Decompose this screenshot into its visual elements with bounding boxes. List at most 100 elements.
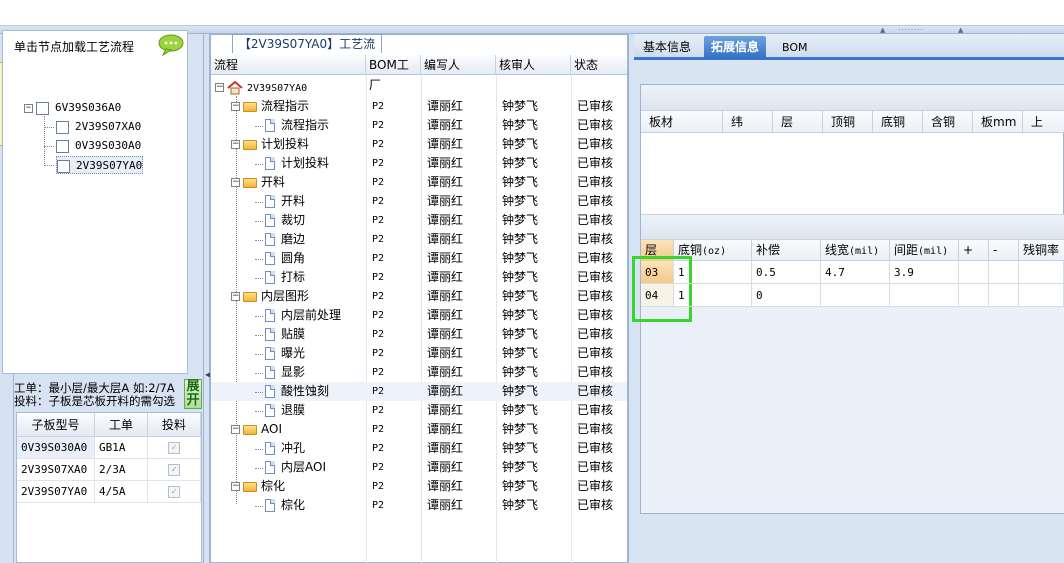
board-header-cell[interactable]: 顶铜 (823, 111, 873, 133)
flow-row[interactable]: − 开料 P2 谭丽红 钟梦飞 已审核 (211, 173, 627, 192)
layer-header-cell[interactable]: 残铜率 (1019, 240, 1064, 261)
flow-node[interactable]: − 棕化 (231, 477, 285, 496)
sub-board-cell[interactable]: ✓ (148, 437, 201, 459)
flow-root-row[interactable]: − 2V39S07YA0 (211, 78, 627, 97)
sub-board-cell[interactable]: 2V39S07XA0 (17, 459, 95, 481)
flow-row[interactable]: − 棕化 P2 谭丽红 钟梦飞 已审核 (211, 477, 627, 496)
flow-row[interactable]: 流程指示 P2 谭丽红 钟梦飞 已审核 (211, 116, 627, 135)
collapse-icon[interactable]: − (231, 102, 240, 111)
flow-node[interactable]: − 流程指示 (231, 97, 309, 116)
flow-row[interactable]: 磨边 P2 谭丽红 钟梦飞 已审核 (211, 230, 627, 249)
flow-node[interactable]: 圆角 (265, 249, 305, 268)
sub-board-header[interactable]: 投料 (148, 413, 201, 437)
flow-node[interactable]: 裁切 (265, 211, 305, 230)
layer-cell[interactable] (959, 284, 989, 307)
board-tree-node[interactable]: 0V39S030A0 (56, 137, 141, 155)
feed-checkbox[interactable]: ✓ (168, 464, 180, 476)
layer-row[interactable]: 03 1 0.5 4.7 3.9 (641, 261, 1064, 284)
flow-node[interactable]: 磨边 (265, 230, 305, 249)
layer-cell[interactable] (989, 284, 1019, 307)
layer-cell[interactable] (890, 284, 959, 307)
flow-row[interactable]: 酸性蚀刻 P2 谭丽红 钟梦飞 已审核 (211, 382, 627, 401)
board-header-cell[interactable]: 底铜 (873, 111, 923, 133)
layer-cell[interactable]: 3.9 (890, 261, 959, 284)
flow-node[interactable]: 开料 (265, 192, 305, 211)
sub-board-cell[interactable]: 2V39S07YA0 (17, 481, 95, 503)
layer-cell[interactable]: 1 (674, 284, 752, 307)
board-header-cell[interactable]: 层 (773, 111, 823, 133)
layer-row[interactable]: 04 1 0 (641, 284, 1064, 307)
layer-cell[interactable]: 0 (752, 284, 821, 307)
flow-row[interactable]: 计划投料 P2 谭丽红 钟梦飞 已审核 (211, 154, 627, 173)
flow-row[interactable]: − 内层图形 P2 谭丽红 钟梦飞 已审核 (211, 287, 627, 306)
layer-header-cell[interactable]: + (959, 240, 989, 261)
sub-board-cell[interactable]: 4/5A (95, 481, 148, 503)
tab-bom[interactable]: BOM (775, 36, 815, 59)
flow-node[interactable]: 酸性蚀刻 (265, 382, 329, 401)
sub-board-cell[interactable]: ✓ (148, 459, 201, 481)
header-status[interactable]: 状态 (571, 55, 627, 75)
flow-node[interactable]: − 内层图形 (231, 287, 309, 306)
flow-row[interactable]: − 流程指示 P2 谭丽红 钟梦飞 已审核 (211, 97, 627, 116)
layer-cell[interactable]: 1 (674, 261, 752, 284)
board-header-cell[interactable]: 板mm (973, 111, 1023, 133)
sub-board-cell[interactable]: 2/3A (95, 459, 148, 481)
layer-header-cell[interactable]: 线宽(mil) (821, 240, 890, 261)
board-tree-node[interactable]: − 6V39S036A0 (24, 99, 121, 117)
layer-cell[interactable] (821, 284, 890, 307)
flow-node[interactable]: − 计划投料 (231, 135, 309, 154)
layer-cell[interactable] (1019, 284, 1064, 307)
sub-board-cell[interactable]: GB1A (95, 437, 148, 459)
flow-row[interactable]: 内层前处理 P2 谭丽红 钟梦飞 已审核 (211, 306, 627, 325)
flow-row[interactable]: 打标 P2 谭丽红 钟梦飞 已审核 (211, 268, 627, 287)
layer-cell[interactable] (989, 261, 1019, 284)
checkbox-icon[interactable] (56, 120, 69, 134)
collapse-icon[interactable]: − (215, 83, 224, 92)
layer-header-cell[interactable]: 补偿 (752, 240, 821, 261)
feed-checkbox[interactable]: ✓ (168, 486, 180, 498)
header-bom[interactable]: BOM工厂 (366, 55, 421, 92)
tab-extended-info[interactable]: 拓展信息 (704, 36, 767, 59)
checkbox-icon[interactable] (56, 139, 69, 153)
flow-node[interactable]: − AOI (231, 420, 282, 439)
flow-row[interactable]: 显影 P2 谭丽红 钟梦飞 已审核 (211, 363, 627, 382)
flow-node[interactable]: 内层前处理 (265, 306, 341, 325)
header-reviewer[interactable]: 核审人 (496, 55, 571, 75)
board-tree-node[interactable]: 2V39S07YA0 (56, 156, 144, 174)
flow-row[interactable]: 圆角 P2 谭丽红 钟梦飞 已审核 (211, 249, 627, 268)
layer-cell[interactable]: 03 (641, 261, 674, 284)
sub-board-header[interactable]: 工单 (95, 413, 148, 437)
flow-node[interactable]: 曝光 (265, 344, 305, 363)
flow-row[interactable]: 退膜 P2 谭丽红 钟梦飞 已审核 (211, 401, 627, 420)
flow-row[interactable]: 冲孔 P2 谭丽红 钟梦飞 已审核 (211, 439, 627, 458)
board-header-cell[interactable]: 纬 (723, 111, 773, 133)
expand-button[interactable]: 展开 (184, 379, 202, 409)
collapse-icon[interactable]: − (231, 292, 240, 301)
flow-row[interactable]: − AOI P2 谭丽红 钟梦飞 已审核 (211, 420, 627, 439)
board-header-cell[interactable]: 含铜 (923, 111, 973, 133)
layer-cell[interactable] (1019, 261, 1064, 284)
layer-cell[interactable]: 04 (641, 284, 674, 307)
chat-bubble-icon[interactable] (158, 34, 184, 56)
board-tree-node[interactable]: 2V39S07XA0 (56, 118, 141, 136)
flow-row[interactable]: 开料 P2 谭丽红 钟梦飞 已审核 (211, 192, 627, 211)
collapse-icon[interactable]: − (24, 103, 33, 113)
collapse-icon[interactable]: − (231, 482, 240, 491)
flow-row[interactable]: 棕化 P2 谭丽红 钟梦飞 已审核 (211, 496, 627, 515)
collapse-icon[interactable]: − (231, 178, 240, 187)
board-header-cell[interactable]: 上 (1023, 111, 1064, 133)
flow-row[interactable]: 曝光 P2 谭丽红 钟梦飞 已审核 (211, 344, 627, 363)
flow-node[interactable]: 贴膜 (265, 325, 305, 344)
layer-cell[interactable]: 4.7 (821, 261, 890, 284)
flow-row[interactable]: − 计划投料 P2 谭丽红 钟梦飞 已审核 (211, 135, 627, 154)
header-flow[interactable]: 流程 (211, 55, 366, 75)
flow-row[interactable]: 裁切 P2 谭丽红 钟梦飞 已审核 (211, 211, 627, 230)
flow-row[interactable]: 贴膜 P2 谭丽红 钟梦飞 已审核 (211, 325, 627, 344)
layer-header-cell[interactable]: 间距(mil) (890, 240, 959, 261)
flow-node[interactable]: 流程指示 (265, 116, 329, 135)
flow-node[interactable]: − 开料 (231, 173, 285, 192)
collapse-icon[interactable]: − (231, 425, 240, 434)
flow-node[interactable]: 棕化 (265, 496, 305, 515)
sub-board-cell[interactable]: 0V39S030A0 (17, 437, 95, 459)
flow-node[interactable]: 退膜 (265, 401, 305, 420)
